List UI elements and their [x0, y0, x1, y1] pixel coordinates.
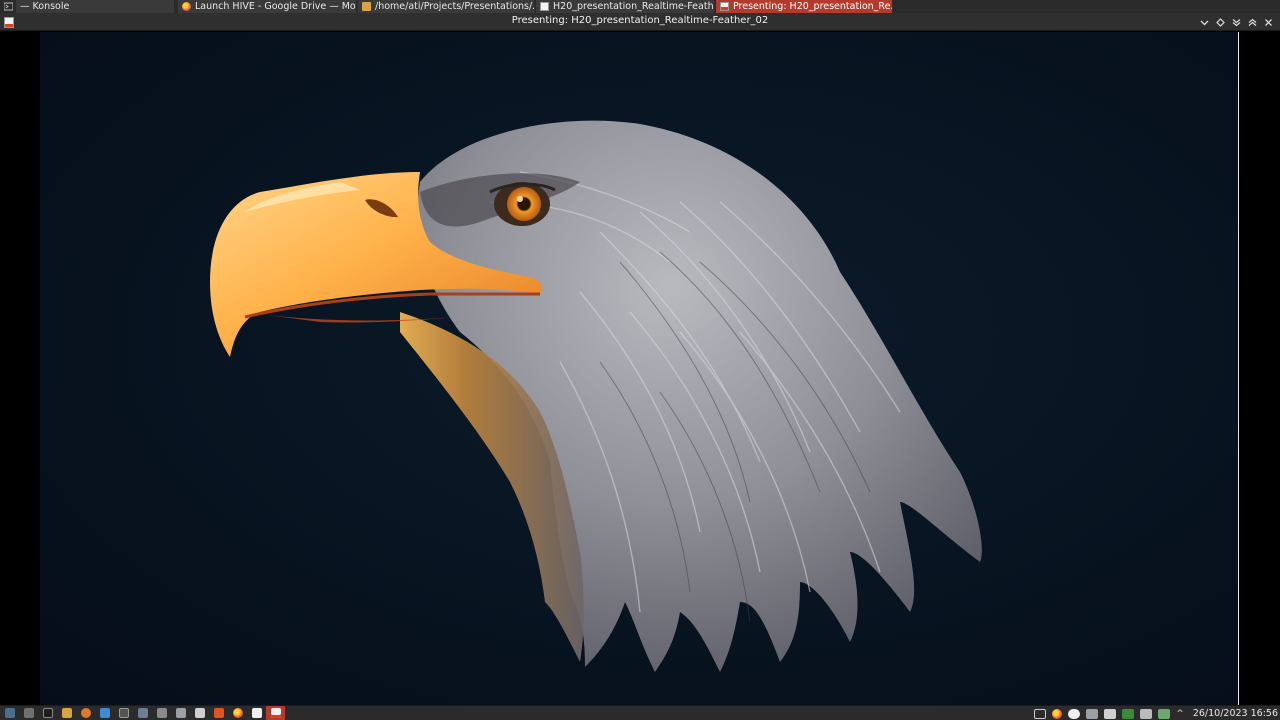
calculator-icon[interactable]	[190, 706, 209, 720]
task-file-manager[interactable]: /home/ati/Projects/Presentations/...	[358, 0, 534, 13]
document-icon[interactable]	[247, 706, 266, 720]
task-browser[interactable]: Launch HIVE - Google Drive — Mo...	[178, 0, 356, 13]
task-label: H20_presentation_Realtime-Feath...	[553, 1, 714, 12]
task-konsole[interactable]: — Konsole	[16, 0, 174, 13]
slide-border	[1238, 32, 1239, 705]
system-tray: ^ 26/10/2023 16:56	[1031, 706, 1280, 720]
double-chevron-down-icon[interactable]	[1228, 14, 1244, 30]
firefox-icon	[182, 2, 191, 11]
presentation-icon	[720, 2, 729, 11]
task-label: Launch HIVE - Google Drive — Mo...	[195, 1, 356, 12]
presentation-stage	[0, 32, 1280, 705]
double-chevron-up-icon[interactable]	[1244, 14, 1260, 30]
task-document[interactable]: H20_presentation_Realtime-Feath...	[536, 0, 714, 13]
eagle-head-image	[210, 120, 982, 673]
trash-icon[interactable]	[171, 706, 190, 720]
tray-expand-arrow[interactable]: ^	[1176, 709, 1184, 719]
folder-icon	[362, 2, 371, 11]
close-icon[interactable]	[1260, 14, 1276, 30]
vpn-icon[interactable]	[1122, 708, 1135, 719]
diamond-icon[interactable]	[1212, 14, 1228, 30]
firefox-icon[interactable]	[228, 706, 247, 720]
presentation-icon[interactable]	[266, 705, 285, 720]
task-label: /home/ati/Projects/Presentations/...	[375, 1, 534, 12]
display-icon[interactable]	[133, 706, 152, 720]
cloud-icon[interactable]	[1068, 708, 1081, 719]
network-manager-icon[interactable]	[1158, 708, 1171, 719]
network-icon[interactable]	[1086, 708, 1099, 719]
window-title: Presenting: H20_presentation_Realtime-Fe…	[511, 15, 769, 26]
chevron-down-icon[interactable]	[1196, 14, 1212, 30]
bottom-panel: ^ 26/10/2023 16:56	[0, 705, 1280, 720]
browser-icon[interactable]	[76, 706, 95, 720]
disk-icon[interactable]	[1104, 708, 1117, 719]
application-menu-icon[interactable]	[0, 706, 19, 720]
terminal-icon[interactable]	[38, 706, 57, 720]
task-label: — Konsole	[20, 1, 70, 12]
tools-icon[interactable]	[152, 706, 171, 720]
screenshot-icon[interactable]	[114, 706, 133, 720]
task-presentation[interactable]: Presenting: H20_presentation_Re...	[716, 0, 892, 13]
slide-canvas[interactable]	[40, 32, 1238, 705]
office-icon[interactable]	[209, 706, 228, 720]
top-taskbar: — Konsole Launch HIVE - Google Drive — M…	[0, 0, 1280, 13]
firefox-icon[interactable]	[1052, 708, 1063, 719]
system-settings-icon[interactable]	[19, 706, 38, 720]
text-editor-icon[interactable]	[95, 706, 114, 720]
document-icon	[540, 2, 549, 11]
battery-icon[interactable]	[1140, 708, 1153, 719]
task-label: Presenting: H20_presentation_Re...	[733, 1, 892, 12]
clock[interactable]: 26/10/2023 16:56	[1193, 708, 1278, 719]
screen-icon[interactable]	[1034, 708, 1047, 719]
window-controls	[1196, 14, 1276, 30]
window-titlebar: Presenting: H20_presentation_Realtime-Fe…	[0, 13, 1280, 31]
file-manager-icon[interactable]	[57, 706, 76, 720]
panel-menu-icon[interactable]	[0, 0, 16, 13]
